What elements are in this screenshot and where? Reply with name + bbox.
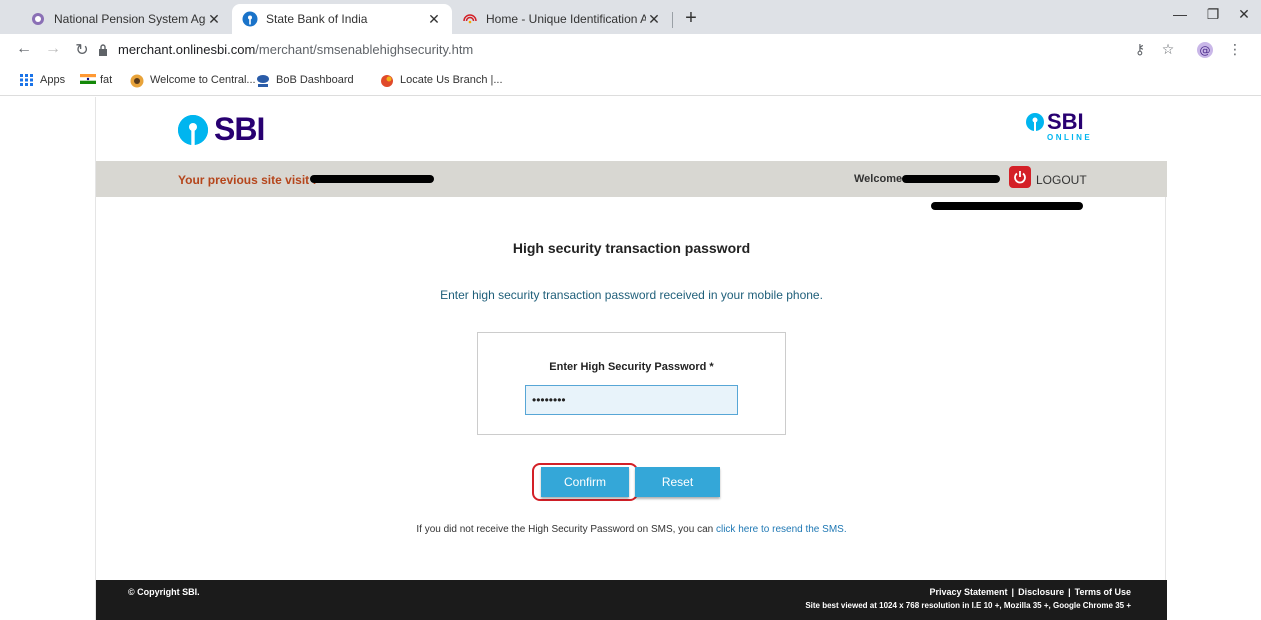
confirm-button[interactable]: Confirm [541,467,629,497]
redacted-previous-visit [310,175,434,183]
tab-title: Home - Unique Identification Au [486,12,646,26]
resend-sms-link[interactable]: click here to resend the SMS. [716,524,847,535]
bookmark-locate-branch[interactable]: Locate Us Branch |... [380,74,503,87]
password-label: Enter High Security Password * [549,361,714,373]
welcome-label: Welcome [854,173,903,185]
close-tab-icon[interactable]: ✕ [426,11,442,28]
password-panel: Enter High Security Password * •••••••• [477,332,786,435]
new-tab-icon[interactable]: + [681,8,701,28]
tata-logo-icon [256,74,270,87]
forward-arrow-icon[interactable]: → [43,40,63,58]
instruction-text: Enter high security transaction password… [440,288,823,302]
back-arrow-icon[interactable]: ← [14,40,34,58]
bookmark-fat[interactable]: fat [80,74,112,86]
session-strip: Your previous site visit : Welcome LOGOU… [96,161,1167,197]
uidai-favicon-icon [462,11,478,27]
minimize-icon[interactable]: — [1170,6,1190,22]
bookmarks-bar: Apps fat Welcome to Central... BoB Dashb… [0,66,1261,96]
url-host: merchant.onlinesbi.com [118,42,256,57]
page-title: High security transaction password [512,240,751,256]
sbi-emblem-icon [178,114,208,145]
close-tab-icon[interactable]: ✕ [206,11,222,28]
browser-tab-strip: National Pension System Agent, | ✕ State… [0,0,1261,34]
tab-separator [672,12,673,28]
apps-grid-icon [20,74,34,86]
tab-state-bank[interactable]: State Bank of India ✕ [232,4,452,34]
footer-links: Privacy Statement | Disclosure | Terms o… [930,587,1132,597]
bookmark-central[interactable]: Welcome to Central... [130,74,256,88]
bookmark-label: Welcome to Central... [150,74,256,86]
bookmark-bob[interactable]: BoB Dashboard [256,74,354,87]
reset-button[interactable]: Reset [635,467,720,497]
lock-icon [99,44,107,56]
address-bar-row: ← → ↻ merchant.onlinesbi.com/merchant/sm… [0,34,1261,66]
bookmark-label: fat [100,74,113,86]
bookmark-apps[interactable]: Apps [20,74,65,86]
restore-icon[interactable]: ❐ [1203,6,1223,23]
close-window-icon[interactable]: ✕ [1234,6,1254,23]
resend-text: If you did not receive the High Security… [416,524,714,535]
high-security-password-input[interactable]: •••••••• [525,385,738,415]
sbi-logo-text: SBI [214,111,265,147]
logout-link[interactable]: LOGOUT [1036,173,1087,187]
nps-favicon-icon [30,11,46,27]
profile-avatar-icon[interactable]: @ [1196,41,1214,62]
sbi-online-logo: SBI ONLINE [1026,111,1092,142]
online-text: ONLINE [1047,133,1093,142]
terms-of-use-link[interactable]: Terms of Use [1075,587,1131,597]
key-icon[interactable]: ⚷ [1131,41,1149,58]
privacy-statement-link[interactable]: Privacy Statement [930,587,1008,597]
close-tab-icon[interactable]: ✕ [646,11,662,28]
resend-sms-note: If you did not receive the High Security… [96,524,1167,535]
india-flag-icon [80,74,96,86]
locate-branch-icon [380,74,394,87]
url-field[interactable]: merchant.onlinesbi.com/merchant/smsenabl… [118,42,473,57]
url-path: /merchant/smsenablehighsecurity.htm [255,42,474,57]
link-divider: | [1011,587,1015,597]
previous-visit-label: Your previous site visit : [178,173,317,187]
best-viewed-note: Site best viewed at 1024 x 768 resolutio… [805,601,1131,610]
tab-title: National Pension System Agent, | [54,12,206,26]
menu-kebab-icon[interactable]: ⋮ [1226,41,1244,58]
link-divider: | [1068,587,1071,597]
reload-icon[interactable]: ↻ [72,40,92,60]
sbi-logo[interactable]: SBI [178,111,265,148]
redacted-username [902,175,1000,183]
bookmark-label: BoB Dashboard [276,74,354,86]
sbi-online-text: SBI [1047,109,1084,134]
sbi-page: SBI SBI ONLINE Your previous site visit … [95,97,1167,620]
bookmark-label: Locate Us Branch |... [400,74,503,86]
sbi-favicon-icon [242,11,258,27]
copyright-text: © Copyright SBI. [128,587,200,597]
tab-nps-agent[interactable]: National Pension System Agent, | ✕ [20,4,232,34]
disclosure-link[interactable]: Disclosure [1018,587,1064,597]
site-header: SBI SBI ONLINE [96,97,1167,161]
tab-uidai[interactable]: Home - Unique Identification Au ✕ [452,4,672,34]
logout-power-icon[interactable] [1009,166,1031,188]
site-footer: © Copyright SBI. Privacy Statement | Dis… [96,580,1167,620]
bookmark-label: Apps [40,74,66,86]
tab-title: State Bank of India [266,12,368,26]
central-bank-icon [130,74,144,88]
sbi-online-emblem-icon [1026,112,1044,131]
redacted-info [931,202,1083,210]
star-icon[interactable]: ☆ [1159,41,1177,58]
svg-text:@: @ [1200,44,1211,57]
